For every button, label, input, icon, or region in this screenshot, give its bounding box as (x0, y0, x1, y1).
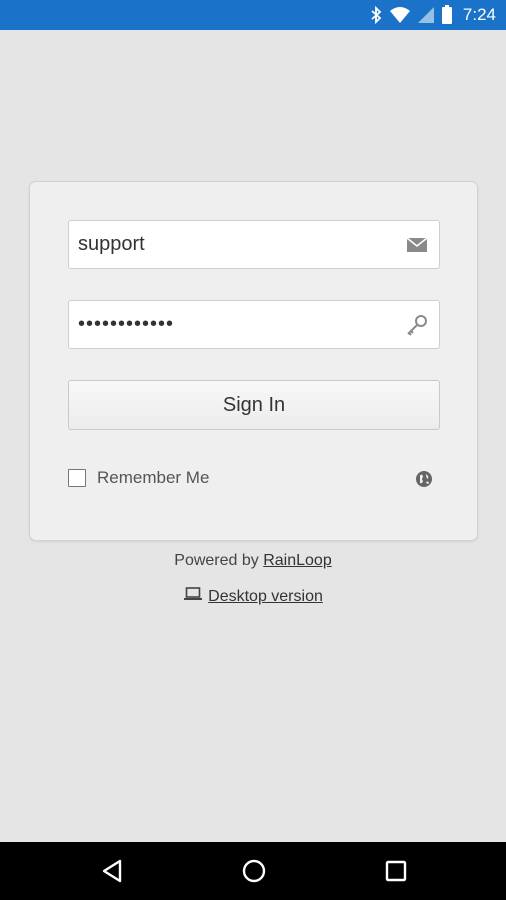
password-input[interactable] (69, 301, 395, 348)
status-bar: 7:24 (0, 0, 506, 30)
globe-icon[interactable] (414, 469, 434, 489)
remember-me-checkbox[interactable] (68, 469, 86, 487)
home-icon[interactable] (224, 842, 284, 900)
bluetooth-icon (369, 6, 383, 24)
back-icon[interactable] (82, 842, 142, 900)
remember-me-label[interactable]: Remember Me (97, 468, 209, 488)
desktop-version-link[interactable]: Desktop version (0, 587, 506, 606)
key-icon (395, 301, 439, 348)
sign-in-button[interactable]: Sign In (68, 380, 440, 430)
clock: 7:24 (462, 5, 496, 24)
battery-icon (441, 5, 453, 25)
signal-icon (417, 6, 435, 24)
powered-by-text: Powered by (174, 552, 264, 569)
powered-by: Powered by RainLoop (0, 552, 506, 570)
laptop-icon (183, 587, 203, 606)
login-form: Sign In Remember Me (29, 181, 478, 541)
login-input[interactable] (69, 221, 395, 268)
navigation-bar (0, 842, 506, 900)
envelope-icon (395, 221, 439, 268)
desktop-version-label[interactable]: Desktop version (208, 588, 323, 606)
wifi-icon (389, 6, 411, 24)
password-field[interactable] (68, 300, 440, 349)
recents-icon[interactable] (366, 842, 426, 900)
login-field[interactable] (68, 220, 440, 269)
remember-me[interactable]: Remember Me (68, 468, 209, 488)
rainloop-link[interactable]: RainLoop (263, 552, 332, 569)
